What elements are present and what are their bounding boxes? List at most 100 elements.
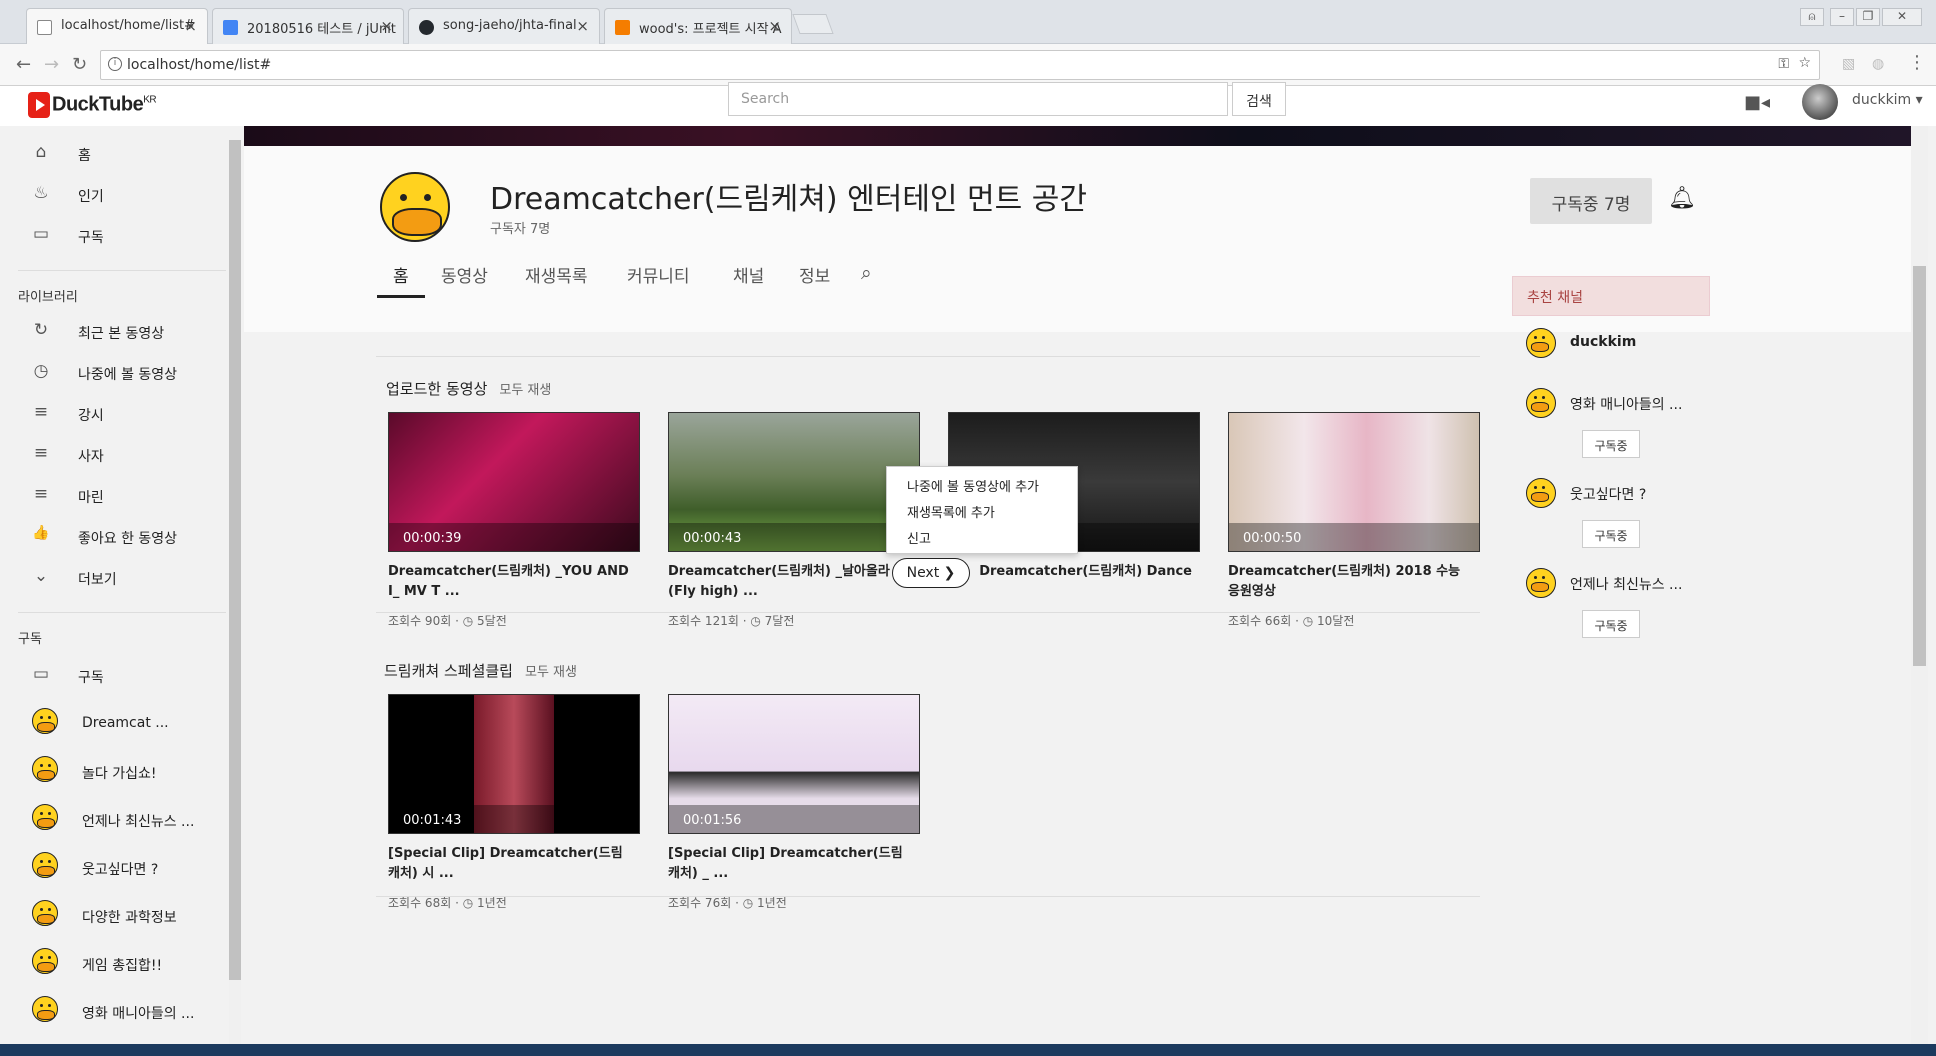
divider	[376, 896, 1480, 897]
channel-name[interactable]: 언제나 최신뉴스 ...	[1570, 574, 1682, 594]
profile-icon[interactable]: ⍝	[1800, 8, 1824, 26]
video-card[interactable]: 00:00:39 Dreamcatcher(드림캐처) _YOU AND I_ …	[388, 412, 640, 629]
avatar[interactable]	[1802, 84, 1838, 120]
duck-avatar-icon	[32, 852, 58, 878]
clock-icon: ◷	[742, 896, 754, 910]
next-button[interactable]: Next ❯	[892, 558, 970, 588]
sidebar-item-label: 사자	[78, 449, 104, 465]
browser-tab-title: wood's: 프로젝트 시작 A	[639, 22, 782, 37]
minimize-icon[interactable]: –	[1830, 8, 1854, 26]
new-tab-button[interactable]	[792, 14, 834, 34]
video-thumbnail[interactable]: 00:01:43	[388, 694, 640, 834]
os-taskbar	[0, 1044, 1936, 1056]
sidebar-item-label: Dreamcat ...	[82, 715, 169, 731]
page-icon	[37, 20, 52, 35]
browser-tab-2[interactable]: 20180516 테스트 / jUnit ×	[212, 8, 404, 44]
menu-item-add-playlist[interactable]: 재생목록에 추가	[887, 499, 1077, 525]
video-title[interactable]: Dreamcatcher(드림캐처) _YOU AND I_ MV T ...	[388, 562, 632, 602]
sidebar-item-label: 마린	[78, 490, 104, 506]
close-tab-icon[interactable]: ×	[380, 17, 393, 35]
tab-playlists[interactable]: 재생목록	[525, 262, 588, 298]
url-input[interactable]: i localhost/home/list# ⚿ ☆	[100, 50, 1820, 80]
scrollbar-thumb[interactable]	[229, 140, 241, 980]
history-icon: ↻	[33, 320, 49, 340]
tab-community[interactable]: 커뮤니티	[627, 262, 690, 298]
video-title[interactable]: [Special Clip] Dreamcatcher(드림캐처) 시 ...	[388, 844, 632, 884]
channel-name[interactable]: 영화 매니아들의 ...	[1570, 394, 1682, 414]
menu-item-report[interactable]: 신고	[887, 525, 1077, 551]
key-icon[interactable]: ⚿	[1778, 56, 1789, 72]
close-tab-icon[interactable]: ×	[768, 17, 781, 35]
close-tab-icon[interactable]: ×	[184, 17, 197, 35]
close-tab-icon[interactable]: ×	[576, 17, 589, 35]
search-button[interactable]: 검색	[1232, 82, 1286, 116]
sidebar-scrollbar[interactable]	[229, 140, 241, 1056]
video-card[interactable]: 00:01:56 [Special Clip] Dreamcatcher(드림캐…	[668, 694, 920, 911]
clock-icon: ◷	[1302, 614, 1314, 628]
reload-icon[interactable]: ↻	[72, 54, 87, 75]
upload-age: 1년전	[757, 896, 787, 910]
browser-tab-3[interactable]: song-jaeho/jhta-final ×	[408, 8, 600, 44]
browser-tab-1[interactable]: localhost/home/list# ×	[26, 8, 208, 45]
page-scrollbar[interactable]	[1911, 126, 1928, 1056]
subscribed-button[interactable]: 구독중	[1582, 520, 1640, 548]
view-count: 조회수 66회	[1228, 614, 1292, 628]
duck-avatar-icon	[1526, 478, 1556, 508]
bell-icon[interactable]: 🔔︎	[1668, 186, 1696, 211]
play-all-link[interactable]: 모두 재생	[525, 665, 577, 680]
sidebar-item-label: 최근 본 동영상	[78, 326, 165, 342]
restore-icon[interactable]: ❐	[1856, 8, 1880, 26]
sidebar-item-label: 언제나 최신뉴스 ...	[82, 814, 195, 830]
sidebar-item-label: 놀다 가십쇼!	[82, 766, 157, 782]
top-navbar: DuckTubeKR Search 검색 ■◂ duckkim ▾	[0, 82, 1936, 126]
subscribe-button[interactable]: 구독중 7명	[1530, 178, 1652, 224]
subscribed-button[interactable]: 구독중	[1582, 610, 1640, 638]
browser-tab-title: 20180516 테스트 / jUnit	[247, 22, 396, 37]
tab-about[interactable]: 정보	[799, 262, 830, 298]
browser-tab-4[interactable]: wood's: 프로젝트 시작 A ×	[604, 8, 792, 44]
subscriptions-header: 구독	[18, 632, 42, 647]
video-title[interactable]: Dreamcatcher(드림캐처) _날아올라 (Fly high) ...	[668, 562, 912, 602]
play-all-link[interactable]: 모두 재생	[499, 383, 551, 398]
user-menu-button[interactable]: duckkim ▾	[1852, 92, 1923, 108]
duck-avatar-icon	[32, 996, 58, 1022]
sidebar-item-label: 구독	[78, 230, 104, 246]
library-header: 라이브러리	[18, 290, 78, 305]
video-card[interactable]: 00:01:43 [Special Clip] Dreamcatcher(드림캐…	[388, 694, 640, 911]
duck-avatar-icon	[1526, 328, 1556, 358]
video-title[interactable]: [Special Clip] Dreamcatcher(드림캐처) _ ...	[668, 844, 912, 884]
duck-avatar-icon	[32, 708, 58, 734]
menu-item-watch-later[interactable]: 나중에 볼 동영상에 추가	[887, 473, 1077, 499]
section-title: 드림캐쳐 스페셜클립	[384, 662, 513, 680]
channel-name[interactable]: 웃고싶다면 ?	[1570, 484, 1646, 504]
video-thumbnail[interactable]: 00:01:56	[668, 694, 920, 834]
close-window-icon[interactable]: ✕	[1882, 8, 1922, 26]
tab-home[interactable]: 홈	[377, 262, 425, 298]
video-title[interactable]: Dreamcatcher(드림캐처) Dance	[948, 562, 1192, 582]
logo-mark-icon	[28, 92, 50, 118]
video-card[interactable]: 00:00:50 Dreamcatcher(드림캐처) 2018 수능 응원영상…	[1228, 412, 1480, 629]
scrollbar-thumb[interactable]	[1913, 266, 1926, 666]
subscribed-button[interactable]: 구독중	[1582, 430, 1640, 458]
browser-menu-icon[interactable]: ⋮	[1908, 52, 1926, 73]
bookmark-star-icon[interactable]: ☆	[1798, 55, 1811, 71]
search-icon[interactable]: ⌕	[861, 262, 872, 298]
duck-avatar-icon	[32, 900, 58, 926]
search-input[interactable]: Search	[728, 82, 1228, 116]
sidebar-item-label: 다양한 과학정보	[82, 910, 177, 926]
video-thumbnail[interactable]: 00:00:43	[668, 412, 920, 552]
video-card[interactable]: 00:00:43 Dreamcatcher(드림캐처) _날아올라 (Fly h…	[668, 412, 920, 629]
video-thumbnail[interactable]: 00:00:39	[388, 412, 640, 552]
chevron-down-icon: ⌄	[33, 566, 49, 586]
upload-video-icon[interactable]: ■◂	[1744, 92, 1770, 113]
tab-channels[interactable]: 채널	[733, 262, 764, 298]
logo[interactable]: DuckTubeKR	[28, 92, 157, 118]
video-thumbnail[interactable]: 00:00:50	[1228, 412, 1480, 552]
forward-icon[interactable]: →	[44, 54, 59, 75]
tab-videos[interactable]: 동영상	[441, 262, 488, 298]
extension-icon-2[interactable]: ◍	[1872, 56, 1884, 72]
back-icon[interactable]: ←	[16, 54, 31, 75]
extension-icon[interactable]: ▧	[1842, 56, 1855, 72]
channel-name[interactable]: duckkim	[1570, 334, 1636, 350]
video-title[interactable]: Dreamcatcher(드림캐처) 2018 수능 응원영상	[1228, 562, 1472, 602]
